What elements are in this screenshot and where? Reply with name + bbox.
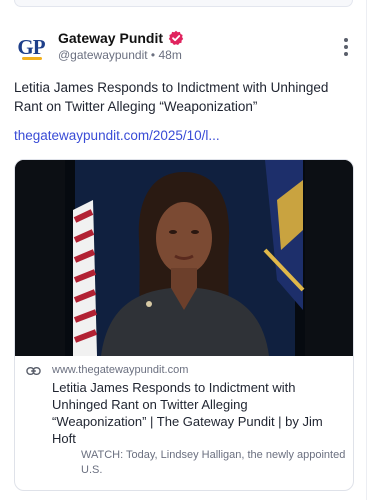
author-handle[interactable]: @gatewaypundit xyxy=(58,48,148,62)
author-name-row: Gateway Pundit xyxy=(58,30,184,46)
verified-badge-icon xyxy=(168,30,184,45)
avatar[interactable]: GP xyxy=(14,30,48,64)
link-chain-icon xyxy=(26,367,41,375)
link-domain: www.thegatewaypundit.com xyxy=(52,364,189,376)
avatar-initials: GP xyxy=(17,34,45,59)
avatar-swoosh-icon xyxy=(22,57,42,60)
meta-separator: • xyxy=(150,48,156,62)
more-options-icon[interactable] xyxy=(343,38,349,56)
link-preview-card[interactable]: www.thegatewaypundit.com Letitia James R… xyxy=(14,159,354,491)
previous-post-edge xyxy=(14,0,353,7)
link-title[interactable]: Letitia James Responds to Indictment wit… xyxy=(52,379,342,447)
post-time[interactable]: 48m xyxy=(158,48,181,62)
link-preview-thumbnail[interactable] xyxy=(15,160,353,356)
post-meta: @gatewaypundit • 48m xyxy=(58,48,182,62)
post-link[interactable]: thegatewaypundit.com/2025/10/l... xyxy=(14,128,220,143)
post-header: GP Gateway Pundit @gatewaypundit • 48m xyxy=(0,20,367,72)
video-thumbnail-woman-at-podium-icon xyxy=(15,160,353,356)
post: GP Gateway Pundit @gatewaypundit • 48m L… xyxy=(0,20,367,491)
link-description: WATCH: Today, Lindsey Halligan, the newl… xyxy=(81,449,346,476)
author-name[interactable]: Gateway Pundit xyxy=(58,30,163,46)
post-text: Letitia James Responds to Indictment wit… xyxy=(14,80,329,114)
